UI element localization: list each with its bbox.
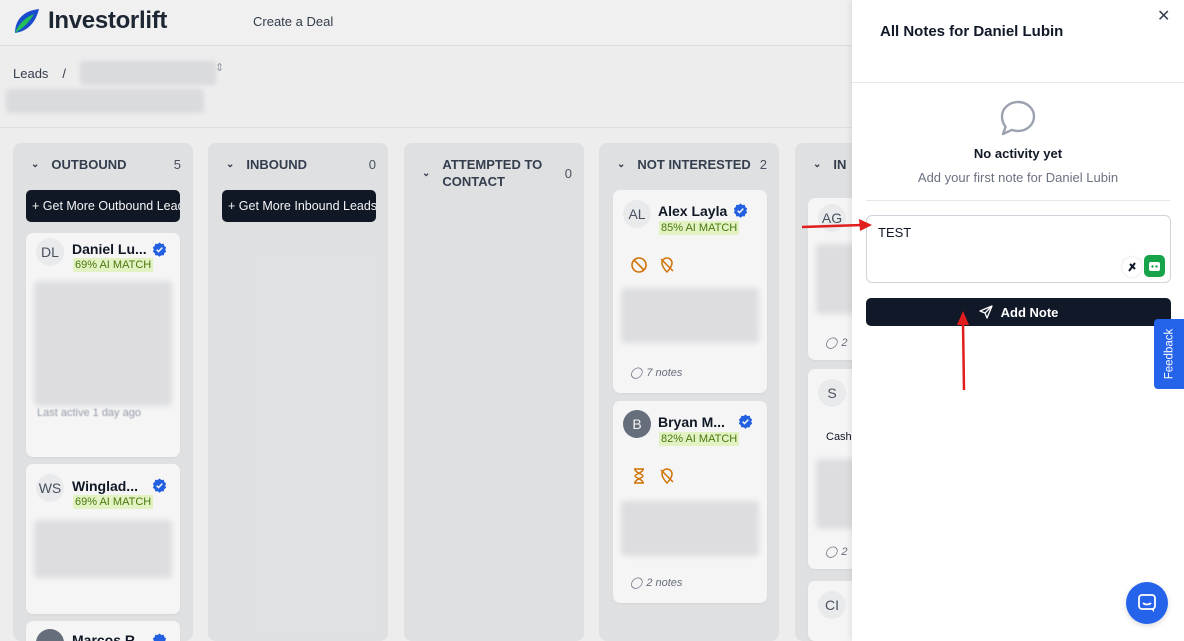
empty-state-subtitle: Add your first note for Daniel Lubin: [917, 170, 1119, 185]
panel-divider: [866, 200, 1170, 201]
panel-title: All Notes for Daniel Lubin: [880, 23, 1064, 40]
add-note-button[interactable]: Add Note: [866, 298, 1171, 326]
assistant-extension-icon[interactable]: [1144, 255, 1165, 277]
feedback-label: Feedback: [1163, 328, 1176, 380]
chat-bubble-icon: [1000, 100, 1036, 136]
chat-launcher-button[interactable]: [1126, 582, 1168, 624]
panel-divider: [852, 82, 1184, 83]
feedback-tab[interactable]: Feedback: [1154, 319, 1184, 389]
chat-icon: [1138, 594, 1156, 612]
send-icon: [978, 305, 993, 319]
close-icon[interactable]: ✕: [1157, 9, 1171, 25]
empty-state-title: No activity yet: [973, 146, 1063, 161]
add-note-label: Add Note: [1000, 304, 1059, 320]
modal-backdrop[interactable]: [0, 0, 852, 641]
notes-panel: All Notes for Daniel Lubin ✕ No activity…: [852, 0, 1184, 641]
grammar-extension-icon[interactable]: [1122, 257, 1142, 277]
